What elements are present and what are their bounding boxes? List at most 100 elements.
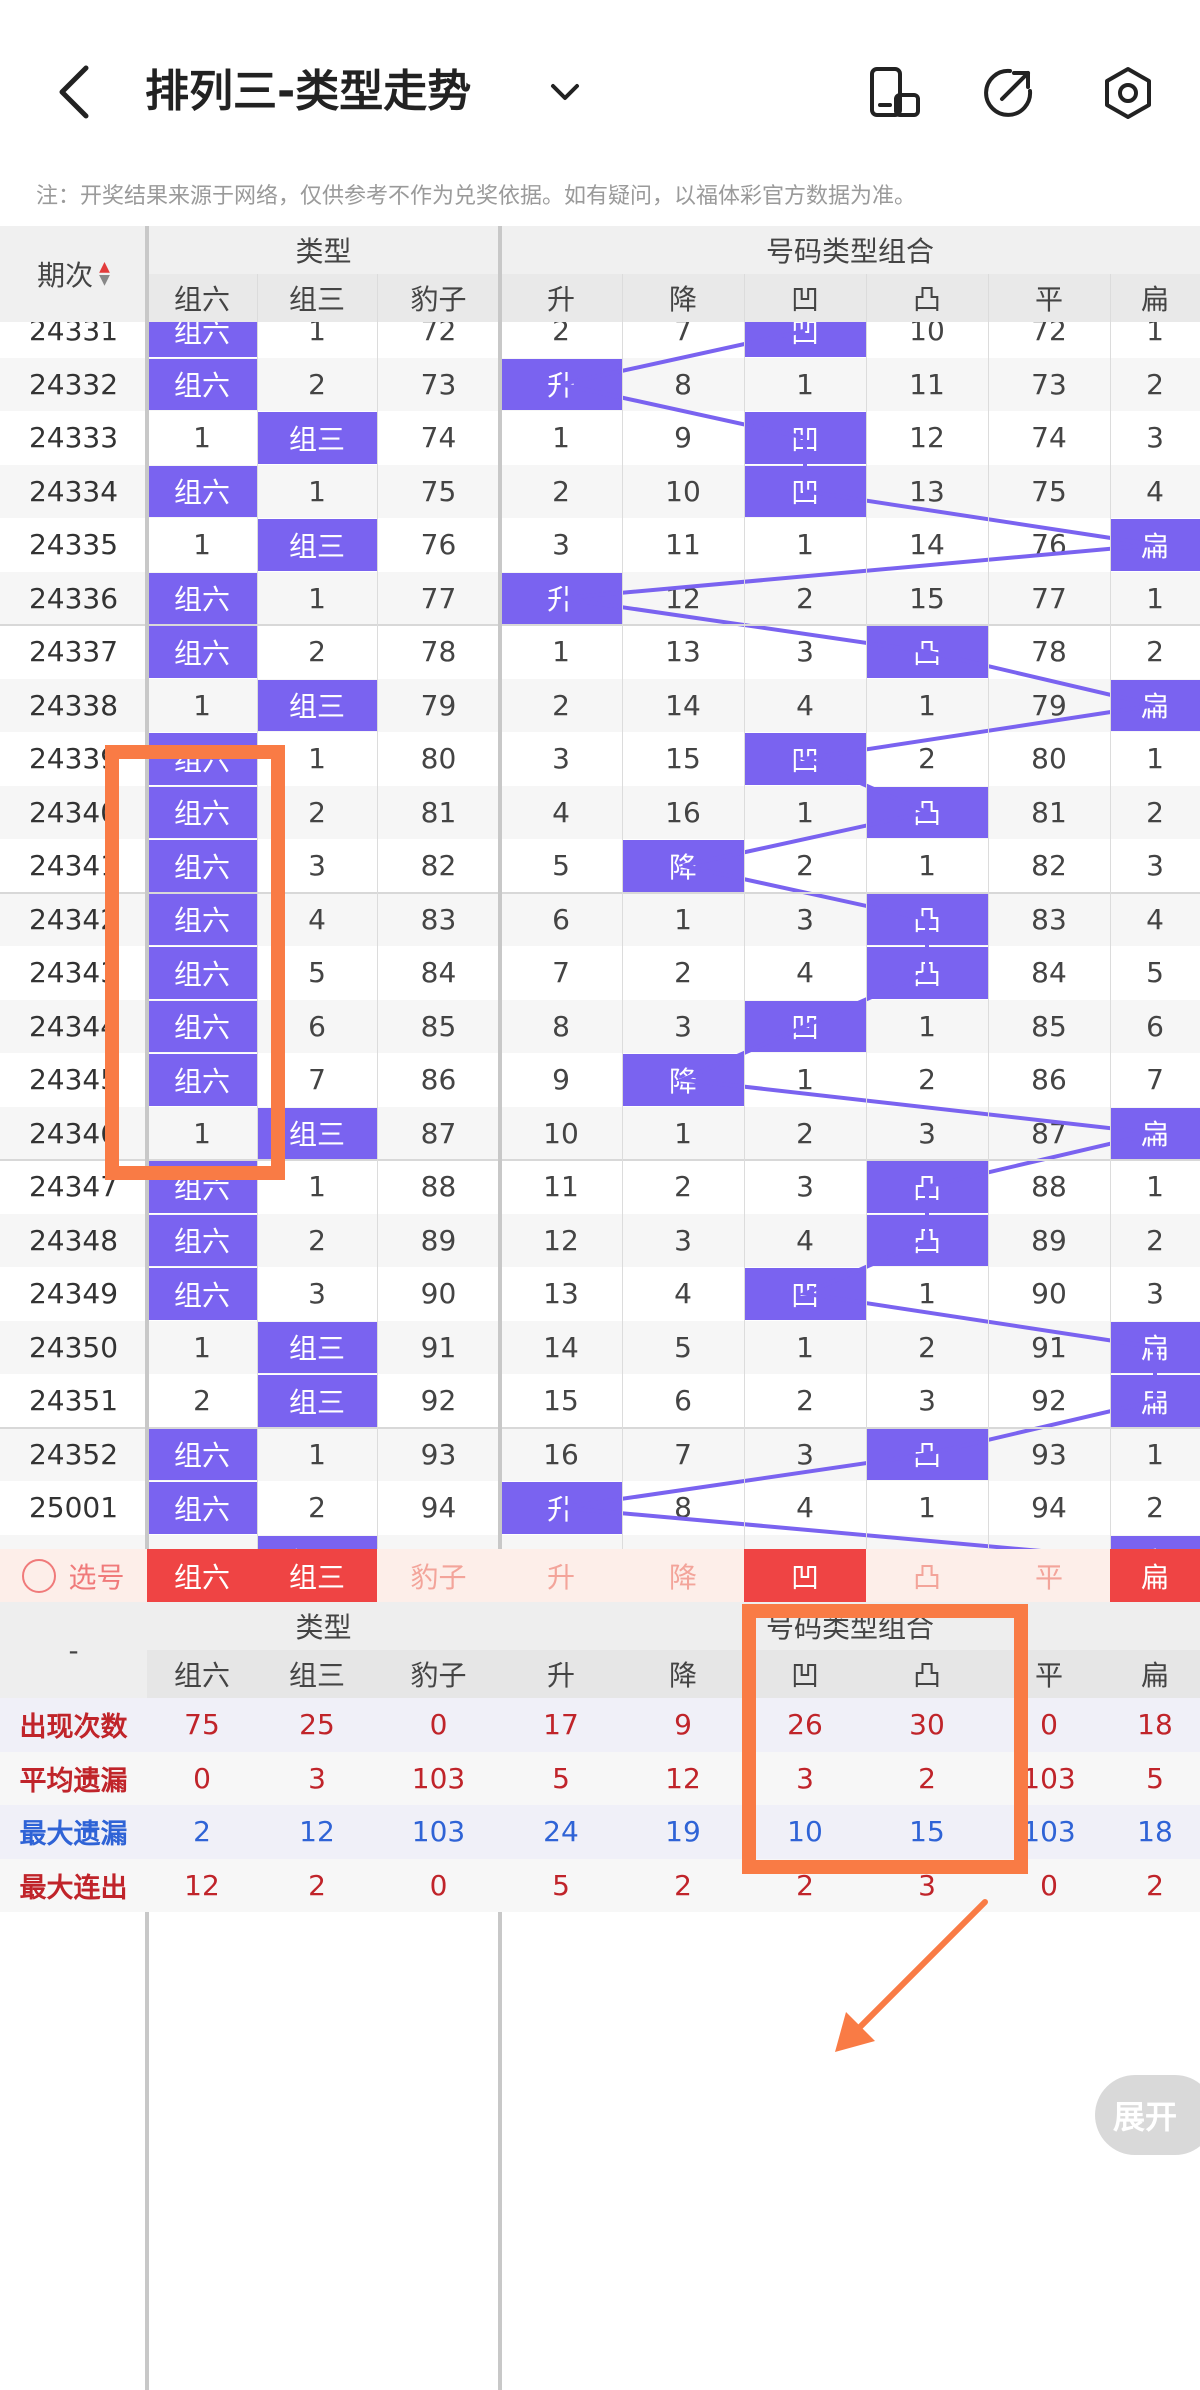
stats-value: 12	[184, 1868, 220, 1902]
chevron-down-icon[interactable]	[545, 72, 585, 112]
select-option[interactable]: 平	[988, 1549, 1110, 1602]
table-cell: 84	[1031, 956, 1067, 990]
hit-cell: 凸	[866, 1428, 988, 1480]
table-cell: 12	[543, 1223, 579, 1257]
stats-value: 0	[429, 1868, 448, 1902]
column-divider-thin	[622, 274, 623, 1549]
table-cell: 1	[918, 1491, 936, 1525]
back-arrow-icon[interactable]	[52, 62, 96, 122]
table-cell: 1	[308, 1437, 326, 1471]
hit-cell: 升	[500, 572, 622, 624]
hit-cell: 组三	[257, 1321, 377, 1373]
hit-cell: 组三	[257, 1535, 377, 1549]
settings-icon[interactable]	[1100, 65, 1156, 121]
period-header[interactable]: 期次 ▲ ▼	[0, 226, 147, 322]
column-header: 凹	[790, 283, 819, 316]
select-option[interactable]: 扁	[1110, 1549, 1200, 1602]
rotate-screen-icon[interactable]	[866, 65, 922, 121]
table-cell: 80	[420, 742, 457, 776]
period-cell: 24351	[28, 1384, 119, 1418]
share-icon[interactable]	[980, 65, 1036, 121]
table-cell: 90	[420, 1277, 457, 1311]
period-cell: 24352	[28, 1437, 119, 1471]
table-cell: 8	[674, 1491, 692, 1525]
select-option[interactable]: 升	[500, 1549, 622, 1602]
stats-value: 5	[552, 1868, 570, 1902]
hit-cell: 组六	[147, 1482, 257, 1534]
period-header-label: 期次	[37, 259, 94, 292]
table-cell: 3	[918, 1116, 936, 1150]
select-option[interactable]: 凸	[866, 1549, 988, 1602]
stats-value: 2	[308, 1868, 326, 1902]
table-cell: 3	[674, 1009, 692, 1043]
period-cell: 24350	[28, 1330, 119, 1364]
table-cell: 7	[674, 1437, 692, 1471]
table-cell: 88	[1031, 1170, 1067, 1204]
table-cell: 4	[1146, 474, 1164, 508]
table-cell: 76	[1031, 528, 1067, 562]
stats-column-header: 降	[668, 1659, 697, 1692]
table-cell: 2	[918, 1063, 936, 1097]
radio-circle-icon[interactable]	[22, 1558, 57, 1593]
hit-cell: 组六	[147, 572, 257, 624]
disclaimer-note: 注：开奖结果来源于网络，仅供参考不作为兑奖依据。如有疑问，以福体彩官方数据为准。	[36, 184, 917, 209]
table-cell: 4	[796, 1223, 814, 1257]
column-divider-thin	[1110, 274, 1111, 1549]
table-cell: 77	[420, 581, 457, 615]
table-cell: 81	[420, 795, 457, 829]
hit-cell: 凹	[744, 412, 866, 464]
column-header: 降	[668, 283, 697, 316]
expand-button[interactable]: 展开	[1095, 2075, 1200, 2155]
select-option[interactable]: 降	[622, 1549, 744, 1602]
type-group-header: 类型	[295, 235, 352, 268]
table-cell: 5	[674, 1330, 692, 1364]
table-cell: 9	[552, 1063, 570, 1097]
stats-row-label: 最大遗漏	[19, 1819, 128, 1851]
table-cell: 3	[796, 902, 814, 936]
table-cell: 94	[420, 1491, 457, 1525]
table-cell: 1	[147, 1535, 257, 1549]
hit-cell: 降	[622, 840, 744, 892]
table-cell: 79	[1031, 688, 1067, 722]
period-cell: 24331	[28, 322, 119, 348]
table-cell: 4	[552, 795, 570, 829]
column-divider-thin	[988, 274, 989, 1549]
select-option[interactable]: 组六	[147, 1549, 257, 1602]
stats-column-header: 组六	[173, 1659, 230, 1692]
table-cell: 3	[552, 528, 570, 562]
select-option[interactable]: 组三	[257, 1549, 377, 1602]
hit-cell: 凸	[866, 626, 988, 678]
table-cell: 1	[193, 421, 211, 455]
stats-row-label: 出现次数	[19, 1712, 128, 1744]
column-header: 组三	[288, 283, 345, 316]
select-number-label[interactable]: 选号	[0, 1549, 147, 1602]
stats-value: 24	[543, 1815, 579, 1849]
select-option[interactable]: 凹	[744, 1549, 866, 1602]
table-cell: 2	[193, 1384, 211, 1418]
table-cell: 14	[665, 688, 701, 722]
table-cell: 2	[1146, 795, 1164, 829]
table-cell: 9	[674, 421, 692, 455]
hit-cell: 凹	[744, 1268, 866, 1320]
hit-cell: 扁	[1110, 1107, 1200, 1159]
stats-dash: -	[68, 1633, 79, 1667]
table-cell: 75	[1031, 474, 1067, 508]
table-cell: 6	[552, 902, 570, 936]
trend-table: 期次 ▲ ▼ 类型 号码类型组合 组六 组三 豹子升降凹凸平扁 24331 组六 1 72 2 7 凹 10 7…	[0, 226, 1200, 2390]
table-cell: 2	[1146, 1223, 1164, 1257]
table-cell: 6	[674, 1384, 692, 1418]
select-option[interactable]: 豹子	[377, 1549, 500, 1602]
row-separator	[0, 1426, 1200, 1429]
table-cell: 83	[420, 902, 457, 936]
table-cell: 4	[1146, 902, 1164, 936]
page-title[interactable]: 排列三-类型走势	[145, 62, 471, 122]
hit-cell: 凸	[866, 893, 988, 945]
table-cell: 77	[1031, 581, 1067, 615]
table-cell: 2	[796, 581, 814, 615]
table-cell: 7	[552, 956, 570, 990]
sort-icon[interactable]: ▲ ▼	[99, 260, 110, 287]
stats-value: 2	[1146, 1868, 1164, 1902]
table-cell: 3	[674, 1223, 692, 1257]
table-cell: 1	[308, 474, 326, 508]
table-cell: 2	[1146, 635, 1164, 669]
